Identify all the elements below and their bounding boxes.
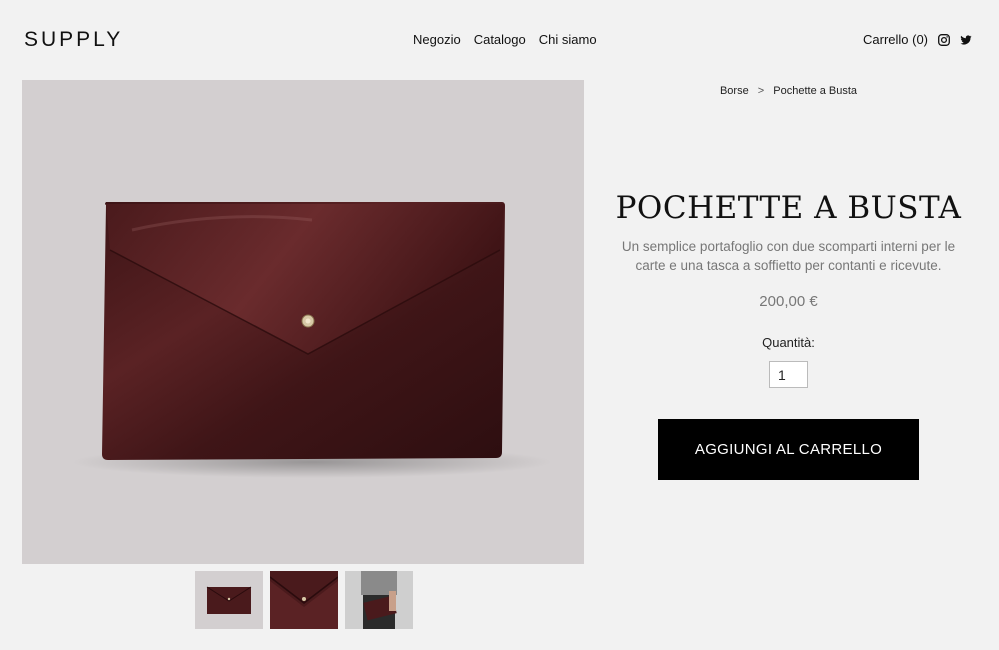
- quantity-label: Quantità:: [762, 335, 815, 350]
- nav-item-catalog[interactable]: Catalogo: [474, 32, 526, 47]
- quantity-input[interactable]: [769, 361, 808, 388]
- thumbnail-2[interactable]: [270, 571, 338, 629]
- site-header: SUPPLY Negozio Catalogo Chi siamo Carrel…: [0, 0, 999, 80]
- add-to-cart-button[interactable]: AGGIUNGI AL CARRELLO: [658, 419, 919, 480]
- main-nav: Negozio Catalogo Chi siamo: [413, 32, 597, 47]
- product-description: Un semplice portafoglio con due scompart…: [621, 239, 956, 273]
- product-title: POCHETTE A BUSTA: [615, 190, 962, 226]
- breadcrumb-current: Pochette a Busta: [773, 85, 858, 97]
- nav-item-about[interactable]: Chi siamo: [539, 32, 597, 47]
- thumbnail-3[interactable]: [345, 571, 413, 629]
- breadcrumb-parent[interactable]: Borse: [720, 85, 749, 97]
- cart-link[interactable]: Carrello (0): [863, 32, 928, 47]
- product-main-image[interactable]: [22, 80, 584, 564]
- product-price: 200,00 €: [759, 293, 818, 310]
- breadcrumb: Borse > Pochette a Busta: [590, 85, 987, 97]
- instagram-icon[interactable]: [938, 34, 950, 46]
- site-logo[interactable]: SUPPLY: [24, 28, 123, 52]
- twitter-icon[interactable]: [960, 34, 972, 46]
- breadcrumb-separator: >: [757, 85, 765, 97]
- product-thumbnails: [195, 571, 413, 629]
- thumbnail-1[interactable]: [195, 571, 263, 629]
- nav-item-shop[interactable]: Negozio: [413, 32, 461, 47]
